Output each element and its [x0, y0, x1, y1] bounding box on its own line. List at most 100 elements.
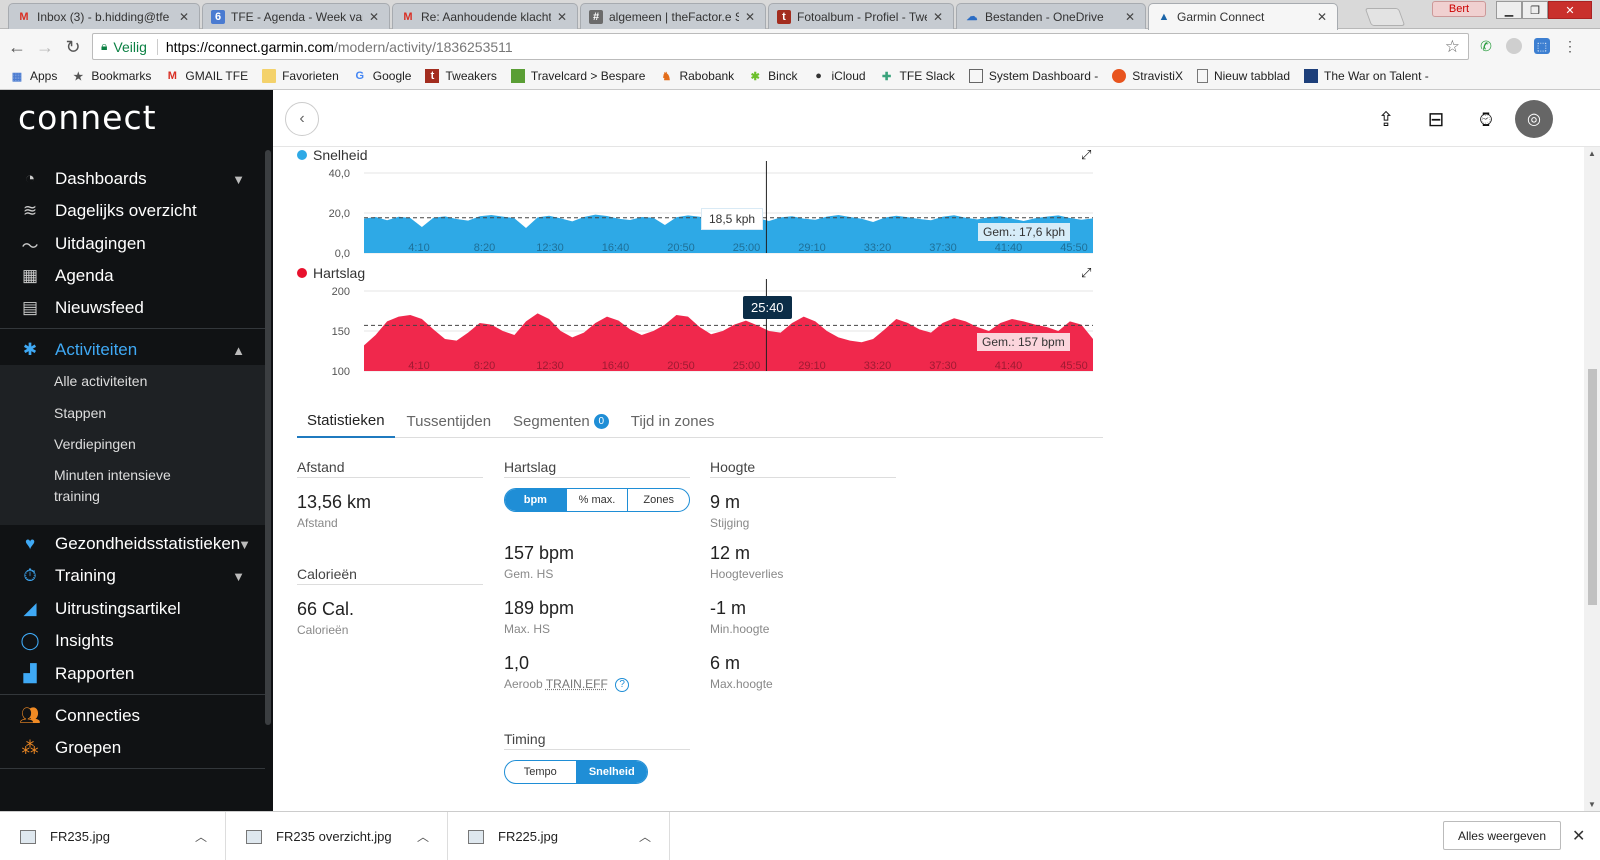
gmail-icon: M	[403, 10, 413, 23]
submenu-alle-activiteiten[interactable]: Alle activiteiten	[54, 371, 204, 392]
back-arrow-icon[interactable]: ←	[6, 36, 28, 58]
min-hoogte-stat: -1 m Min.hoogte	[710, 598, 896, 636]
toggle-zones[interactable]: Zones	[628, 489, 689, 511]
profile-badge[interactable]: Bert	[1432, 1, 1486, 17]
hartslag-section: Hartslag	[504, 459, 690, 478]
scroll-down-arrow-icon[interactable]: ▼	[1588, 800, 1596, 809]
tab-statistieken[interactable]: Statistieken	[297, 405, 395, 438]
browser-tab-onedrive[interactable]: ☁ Bestanden - OneDrive ✕	[956, 3, 1146, 29]
sidebar-item-rapporten[interactable]: ▟ Rapporten	[0, 658, 265, 690]
bookmark-tfe-slack[interactable]: ✚ TFE Slack	[880, 69, 955, 83]
bookmark-gmail-tfe[interactable]: M GMAIL TFE	[165, 69, 248, 83]
tab-close-icon[interactable]: ✕	[931, 10, 945, 24]
new-tab-button[interactable]	[1364, 8, 1406, 26]
download-item[interactable]: FR225.jpg ︿	[448, 812, 670, 860]
chevron-up-icon[interactable]: ︿	[417, 828, 429, 845]
reload-icon[interactable]: ↻	[62, 36, 84, 58]
submenu-verdiepingen[interactable]: Verdiepingen	[54, 434, 204, 455]
tab-tussentijden[interactable]: Tussentijden	[397, 405, 502, 438]
sidebar-item-dagelijks-overzicht[interactable]: ≋ Dagelijks overzicht	[0, 195, 265, 227]
bookmark-rabobank[interactable]: ♞ Rabobank	[659, 69, 735, 83]
toggle-snelheid[interactable]: Snelheid	[576, 761, 647, 783]
sidebar-item-connecties[interactable]: 👥︎ Connecties	[0, 700, 265, 732]
browser-tab-garmin[interactable]: ▲ Garmin Connect ✕	[1148, 3, 1338, 30]
help-icon[interactable]: ?	[615, 677, 630, 692]
max-hs-stat: 189 bpm Max. HS	[504, 598, 690, 636]
forward-arrow-icon[interactable]: →	[34, 36, 56, 58]
back-icon[interactable]: ‹	[285, 102, 319, 136]
speed-chart[interactable]: 40,0 20,0 0,0 4:10 8:20 12:30 16:40 20:50 25:00 2…	[273, 161, 1113, 281]
bookmark-icloud[interactable]: ● iCloud	[812, 69, 865, 83]
browser-tab-inbox[interactable]: M Inbox (3) - b.hidding@tfe ✕	[8, 3, 200, 29]
tab-close-icon[interactable]: ✕	[177, 10, 191, 24]
x-tick-label: 45:50	[1060, 360, 1088, 372]
scroll-up-arrow-icon[interactable]: ▲	[1588, 149, 1596, 158]
sidebar-item-dashboards[interactable]: ◔ Dashboards ▼	[0, 163, 265, 195]
avatar[interactable]: ◎	[1515, 100, 1553, 138]
download-item[interactable]: FR235 overzicht.jpg ︿	[226, 812, 448, 860]
toggle-tempo[interactable]: Tempo	[505, 761, 577, 783]
browser-tab-tweakers[interactable]: t Fotoalbum - Profiel - Twe ✕	[768, 3, 954, 29]
sidebar-scrollbar[interactable]	[265, 150, 271, 725]
sidebar-item-uitrustingsartikel[interactable]: ◢ Uitrustingsartikel	[0, 593, 265, 625]
submenu-stappen[interactable]: Stappen	[54, 403, 204, 424]
toggle-percent-max[interactable]: % max.	[567, 489, 629, 511]
chevron-up-icon[interactable]: ︿	[195, 828, 207, 845]
sidebar-item-label: Dagelijks overzicht	[55, 201, 197, 220]
tab-close-icon[interactable]: ✕	[367, 10, 381, 24]
submenu-minuten-intensieve-training[interactable]: Minuten intensieve training	[54, 465, 204, 507]
train-eff-link[interactable]: TRAIN.EFF	[546, 677, 608, 691]
menu-dots-icon[interactable]: ⋮	[1562, 38, 1578, 54]
close-shelf-icon[interactable]: ✕	[1572, 826, 1585, 846]
tab-close-icon[interactable]: ✕	[555, 10, 569, 24]
bookmark-binck[interactable]: ✱ Binck	[748, 69, 798, 83]
chevron-up-icon[interactable]: ︿	[639, 828, 651, 845]
page-scrollbar[interactable]: ▲ ▼	[1584, 147, 1600, 811]
tab-close-icon[interactable]: ✕	[1123, 10, 1137, 24]
inbox-icon[interactable]: ⊟	[1421, 104, 1451, 134]
bookmark-tweakers[interactable]: t Tweakers	[425, 69, 497, 83]
training-effect-value: 1,0	[504, 653, 530, 673]
bookmark-label: Travelcard > Bespare	[530, 69, 646, 83]
tab-close-icon[interactable]: ✕	[1315, 10, 1329, 24]
tab-tijd-in-zones[interactable]: Tijd in zones	[621, 405, 725, 438]
bookmark-travelcard[interactable]: Travelcard > Bespare	[510, 69, 646, 83]
browser-tab-agenda[interactable]: 6 TFE - Agenda - Week van ✕	[202, 3, 390, 29]
sidebar-item-insights[interactable]: ◯ Insights	[0, 625, 265, 657]
sidebar-item-uitdagingen[interactable]: 〜 Uitdagingen	[0, 228, 265, 260]
sidebar-item-nieuwsfeed[interactable]: ▤ Nieuwsfeed	[0, 292, 265, 324]
bookmark-apps[interactable]: ▦ Apps	[10, 69, 58, 83]
download-shelf: FR235.jpg ︿ FR235 overzicht.jpg ︿ FR225.…	[0, 811, 1600, 860]
show-all-downloads-button[interactable]: Alles weergeven	[1443, 821, 1561, 850]
phone-extension-icon[interactable]: ✆	[1478, 38, 1494, 54]
window-close-icon[interactable]: ✕	[1548, 1, 1592, 19]
sidebar-item-training[interactable]: ⏱ Training ▼	[0, 560, 265, 592]
restore-icon[interactable]: ❐	[1522, 1, 1548, 19]
minimize-icon[interactable]: ▁	[1496, 1, 1522, 19]
bookmark-war-on-talent[interactable]: The War on Talent -	[1304, 69, 1429, 83]
tab-segmenten[interactable]: Segmenten 0	[503, 405, 619, 438]
address-bar[interactable]: 🔒︎ Veilig https://connect.garmin.com/mod…	[92, 33, 1469, 60]
extension-badge-icon[interactable]: ⬚	[1534, 38, 1550, 54]
bookmark-bookmarks[interactable]: ★ Bookmarks	[71, 69, 151, 83]
tab-close-icon[interactable]: ✕	[743, 10, 757, 24]
bookmark-google[interactable]: G Google	[353, 69, 412, 83]
sidebar-item-activiteiten[interactable]: ✱ Activiteiten ▲	[0, 334, 265, 366]
upload-icon[interactable]: ⇪	[1371, 104, 1401, 134]
sidebar-item-gezondheidsstatistieken[interactable]: ♥ Gezondheidsstatistieken ▼	[0, 528, 265, 560]
toggle-bpm[interactable]: bpm	[505, 489, 567, 511]
bookmark-system-dashboard[interactable]: System Dashboard -	[968, 69, 1098, 83]
sidebar-item-agenda[interactable]: ▦ Agenda	[0, 260, 265, 292]
connect-logo[interactable]: connect	[18, 98, 157, 137]
bookmark-star-icon[interactable]: ☆	[1445, 37, 1460, 57]
sidebar-item-groepen[interactable]: ⁂ Groepen	[0, 732, 265, 764]
extension-circle-icon[interactable]	[1506, 38, 1522, 54]
browser-tab-slack[interactable]: # algemeen | theFactor.e S ✕	[580, 3, 766, 29]
bookmark-nieuw-tabblad[interactable]: Nieuw tabblad	[1196, 69, 1290, 83]
watch-icon[interactable]: ⌚︎	[1471, 104, 1501, 134]
bookmark-favorieten[interactable]: Favorieten	[262, 69, 339, 83]
scrollbar-thumb[interactable]	[1588, 369, 1597, 605]
browser-tab-gmail-reply[interactable]: M Re: Aanhoudende klachte ✕	[392, 3, 578, 29]
bookmark-stravistix[interactable]: StravistiX	[1112, 69, 1183, 83]
download-item[interactable]: FR235.jpg ︿	[0, 812, 226, 860]
